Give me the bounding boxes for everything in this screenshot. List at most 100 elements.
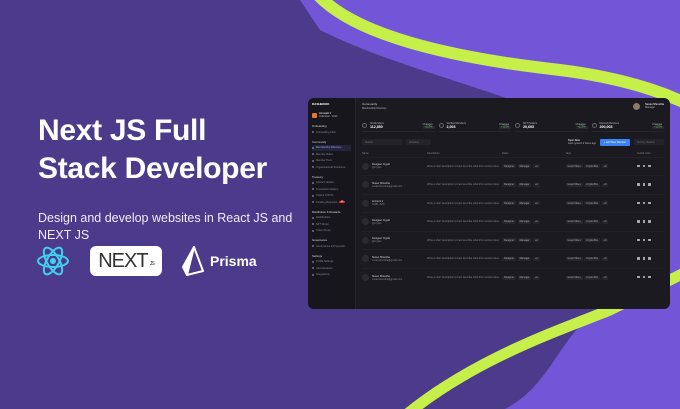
instagram-icon[interactable]	[648, 201, 651, 204]
sort-select[interactable]: Sort by: Newest	[634, 139, 664, 145]
discord-icon[interactable]	[642, 257, 646, 260]
role-tag: Designer	[502, 256, 517, 261]
table-row[interactable]: Account 1 0x4B...32f1 Write a short descr…	[362, 193, 664, 213]
table-row[interactable]: Susan Shrestha susanshrestha@gmail.com Wr…	[362, 175, 664, 194]
role-filter[interactable]: All Roles	[406, 139, 431, 145]
column-header[interactable]: Name	[362, 150, 427, 157]
breadcrumb[interactable]: Membership Directory	[362, 107, 386, 110]
tag: Good Vibes	[565, 201, 583, 206]
menu-item-icon	[312, 194, 314, 197]
facebook-icon[interactable]	[637, 275, 640, 279]
role-tag: Designer	[502, 275, 517, 280]
sidebar-item-label: NFT Drops	[316, 222, 329, 226]
tag: +3	[601, 275, 609, 280]
table-row[interactable]: Designer Crypto @crypto Write a short des…	[362, 156, 664, 176]
change-pill: +12.5%	[652, 126, 664, 129]
table-row[interactable]: Designer Crypto @crypto Write a short des…	[362, 212, 664, 231]
tag: Good Vibes	[565, 256, 583, 261]
column-header[interactable]: Description	[427, 150, 502, 157]
tag: Good Vibes	[565, 182, 583, 187]
menu-item-icon	[312, 153, 314, 156]
sidebar-item[interactable]: Integrations	[312, 272, 351, 279]
sidebar-item[interactable]: Governance & Proposals	[312, 243, 351, 250]
hero: Next JS Full Stack Developer Design and d…	[38, 112, 308, 244]
tag: Crypto Bro	[584, 238, 601, 243]
facebook-icon[interactable]	[637, 183, 640, 186]
menu-item-icon	[312, 260, 314, 263]
prisma-logo: Prisma	[182, 246, 257, 276]
discord-icon[interactable]	[642, 238, 646, 241]
sidebar-item-label: Distributions	[316, 216, 331, 220]
instagram-icon[interactable]	[648, 183, 651, 186]
sidebar-item-label: Transaction History	[316, 187, 339, 191]
tech-logos: NEXT .JS Prisma	[36, 244, 257, 278]
menu-item-icon	[312, 159, 314, 162]
main-content: Community Membership Directory Susan Shre…	[356, 98, 670, 309]
sidebar-item-label: Membership Directory	[316, 146, 342, 150]
tag: +3	[601, 201, 609, 206]
instagram-icon[interactable]	[648, 220, 651, 223]
menu-item-icon	[312, 146, 314, 149]
discord-icon[interactable]	[642, 275, 646, 279]
tag: +3	[601, 238, 609, 243]
column-header[interactable]: Tags	[566, 150, 638, 157]
instagram-icon[interactable]	[648, 164, 651, 167]
discord-icon[interactable]	[642, 220, 646, 223]
change-pill: +12.5%	[575, 126, 588, 129]
avatar	[362, 255, 369, 263]
menu-item-icon	[312, 267, 314, 270]
discord-icon[interactable]	[642, 164, 646, 167]
tag: Good Vibes	[565, 164, 583, 169]
stat-card: NFT Holders 20,693 Changes +12.5%	[515, 120, 588, 132]
role-tag: Manager	[517, 182, 532, 187]
description: Write a short description to best descri…	[427, 267, 503, 287]
avatar	[362, 236, 369, 244]
facebook-icon[interactable]	[637, 164, 640, 167]
search-input[interactable]: Search	[362, 139, 402, 145]
discord-icon[interactable]	[642, 183, 646, 186]
tag: Good Vibes	[565, 275, 583, 280]
change-pill: +12.5%	[499, 126, 511, 129]
instagram-icon[interactable]	[648, 275, 651, 279]
instagram-icon[interactable]	[648, 238, 651, 241]
user-menu[interactable]: Susan Shrestha Manager	[633, 102, 664, 110]
column-header[interactable]: Social Links	[637, 150, 664, 157]
brand: DASHBOOK	[312, 102, 330, 106]
table-row[interactable]: Susan Shrestha susanshrestha@gmail.com Wr…	[362, 249, 664, 268]
stat-card: Discord Members 200,003 Changes +12.5%	[591, 120, 664, 132]
sidebar-item[interactable]: Organizational Structures	[312, 164, 351, 171]
sidebar-item[interactable]: Onboarding Flow	[312, 129, 351, 136]
sidebar-item-label: Account details	[316, 181, 334, 185]
table-row[interactable]: Designer Crypto @crypto Write a short des…	[362, 230, 664, 250]
facebook-icon[interactable]	[637, 220, 640, 223]
add-member-button[interactable]: + Add New Member	[599, 138, 630, 146]
sidebar-item[interactable]: Pending Requests 12	[312, 199, 351, 206]
avatar	[362, 274, 369, 281]
facebook-icon[interactable]	[637, 201, 640, 204]
sidebar-item[interactable]: Token Drops	[312, 228, 351, 235]
table-row[interactable]: Susan Shrestha susanshrestha@gmail.com Wr…	[362, 267, 664, 287]
sidebar-item-label: Integrations	[316, 273, 330, 277]
facebook-icon[interactable]	[637, 257, 640, 260]
instagram-icon[interactable]	[648, 257, 651, 260]
stat-card: All Members 112,850 Changes +12.5%	[362, 120, 435, 132]
page-title: Community	[362, 102, 378, 106]
facebook-icon[interactable]	[637, 238, 640, 241]
account-switcher[interactable]: Account 1 Individual · 2024	[312, 110, 351, 120]
react-logo-icon	[37, 246, 69, 276]
sidebar-item-label: Pending Requests	[316, 200, 338, 204]
column-header[interactable]: Roles	[502, 150, 566, 157]
sidebar-item-label: Administrators	[316, 266, 333, 270]
tag: +3	[601, 256, 609, 261]
stat-icon	[438, 123, 444, 128]
pending-badge: 12	[339, 201, 345, 204]
tag: Crypto Bro	[584, 256, 601, 261]
role-tag: +2	[532, 219, 540, 224]
discord-icon[interactable]	[642, 201, 646, 204]
tag: Crypto Bro	[584, 164, 601, 169]
role-tag: Designer	[502, 164, 517, 169]
stat-icon	[515, 123, 520, 128]
menu-item-icon	[312, 229, 314, 232]
sync-button[interactable]: Sync Now Last synced: 2 hours ago	[568, 139, 596, 145]
sidebar-item-label: Member Tiers	[316, 159, 332, 163]
